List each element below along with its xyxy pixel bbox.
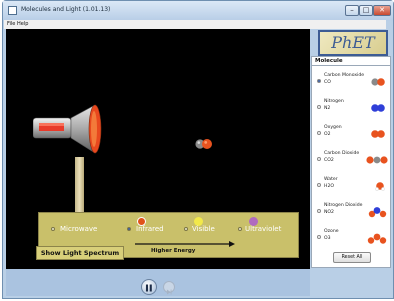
minimize-button[interactable]: – (345, 5, 359, 16)
title-bar: Molecules and Light (1.01.13) – □ ✕ (3, 1, 393, 21)
molecule-item-ozone[interactable]: Ozone O3 (312, 224, 390, 250)
oxygen-icon (371, 130, 385, 138)
molecule-radio[interactable] (317, 157, 321, 161)
lamp-icon[interactable] (33, 104, 108, 154)
molecule-radio[interactable] (317, 79, 321, 83)
phet-logo: PhET (318, 30, 388, 56)
molecule-name: Water (324, 177, 338, 182)
source-label: Microwave (60, 225, 98, 233)
molecule-name: Nitrogen (324, 99, 344, 104)
molecule-radio[interactable] (317, 209, 321, 213)
molecule-formula: O2 (324, 132, 331, 137)
ozone-icon (367, 233, 387, 244)
menu-file[interactable]: File (7, 21, 15, 27)
maximize-button[interactable]: □ (359, 5, 373, 16)
molecule-item-oxygen[interactable]: Oxygen O2 (312, 120, 390, 146)
nitrogen-dioxide-icon (368, 207, 387, 218)
show-light-spectrum-button[interactable]: Show Light Spectrum (36, 246, 124, 260)
water-icon (375, 182, 385, 191)
molecule-item-water[interactable]: Water H2O (312, 172, 390, 198)
app-icon (8, 6, 17, 15)
playback-bar (6, 269, 310, 296)
close-button[interactable]: ✕ (373, 5, 391, 16)
molecule-formula: NO2 (324, 210, 334, 215)
menu-bar: File Help (4, 20, 386, 29)
molecule-name: Ozone (324, 229, 339, 234)
divider (312, 65, 390, 66)
source-radio[interactable] (238, 227, 242, 231)
source-label: Ultraviolet (245, 225, 282, 233)
higher-energy-label: Higher Energy (151, 248, 196, 254)
molecule-name: Oxygen (324, 125, 342, 130)
molecule-formula: N2 (324, 106, 331, 111)
molecule-item-nitrogen-dioxide[interactable]: Nitrogen Dioxide NO2 (312, 198, 390, 224)
step-forward-button[interactable] (163, 281, 175, 295)
source-radio[interactable] (184, 227, 188, 231)
molecule-formula: CO (324, 80, 331, 85)
window-title: Molecules and Light (1.01.13) (21, 6, 111, 13)
reset-all-button[interactable]: Reset All (333, 252, 371, 263)
source-radio[interactable] (127, 227, 131, 231)
menu-help[interactable]: Help (17, 21, 28, 27)
nitrogen-icon (371, 104, 385, 112)
molecule-header: Molecule (315, 58, 343, 64)
molecule-panel: Molecule Carbon Monoxide CO Nitrogen N2 … (311, 56, 391, 268)
molecule-name: Carbon Dioxide (324, 151, 360, 156)
step-forward-icon (166, 289, 172, 295)
molecule-radio[interactable] (317, 105, 321, 109)
simulation-area: Microwave Infrared Visible Ultraviolet H… (6, 29, 310, 269)
molecule-item-carbon-monoxide[interactable]: Carbon Monoxide CO (312, 68, 390, 94)
carbon-dioxide-icon (366, 156, 388, 164)
pause-icon (145, 284, 152, 292)
molecule-item-carbon-dioxide[interactable]: Carbon Dioxide CO2 (312, 146, 390, 172)
carbon-monoxide-icon (371, 78, 385, 86)
molecule-formula: CO2 (324, 158, 334, 163)
energy-arrow-icon (135, 241, 235, 247)
molecule-radio[interactable] (317, 235, 321, 239)
molecule-formula: H2O (324, 184, 334, 189)
molecule-radio[interactable] (317, 131, 321, 135)
molecule-radio[interactable] (317, 183, 321, 187)
molecule-item-nitrogen[interactable]: Nitrogen N2 (312, 94, 390, 120)
molecule-name: Nitrogen Dioxide (324, 203, 363, 208)
molecule-name: Carbon Monoxide (324, 73, 365, 78)
pause-button[interactable] (141, 279, 157, 295)
source-label: Visible (192, 225, 215, 233)
source-label: Infrared (136, 225, 164, 233)
carbon-monoxide-molecule (195, 139, 212, 149)
source-radio[interactable] (51, 227, 55, 231)
lamp-stand (75, 157, 84, 214)
molecule-formula: O3 (324, 236, 331, 241)
